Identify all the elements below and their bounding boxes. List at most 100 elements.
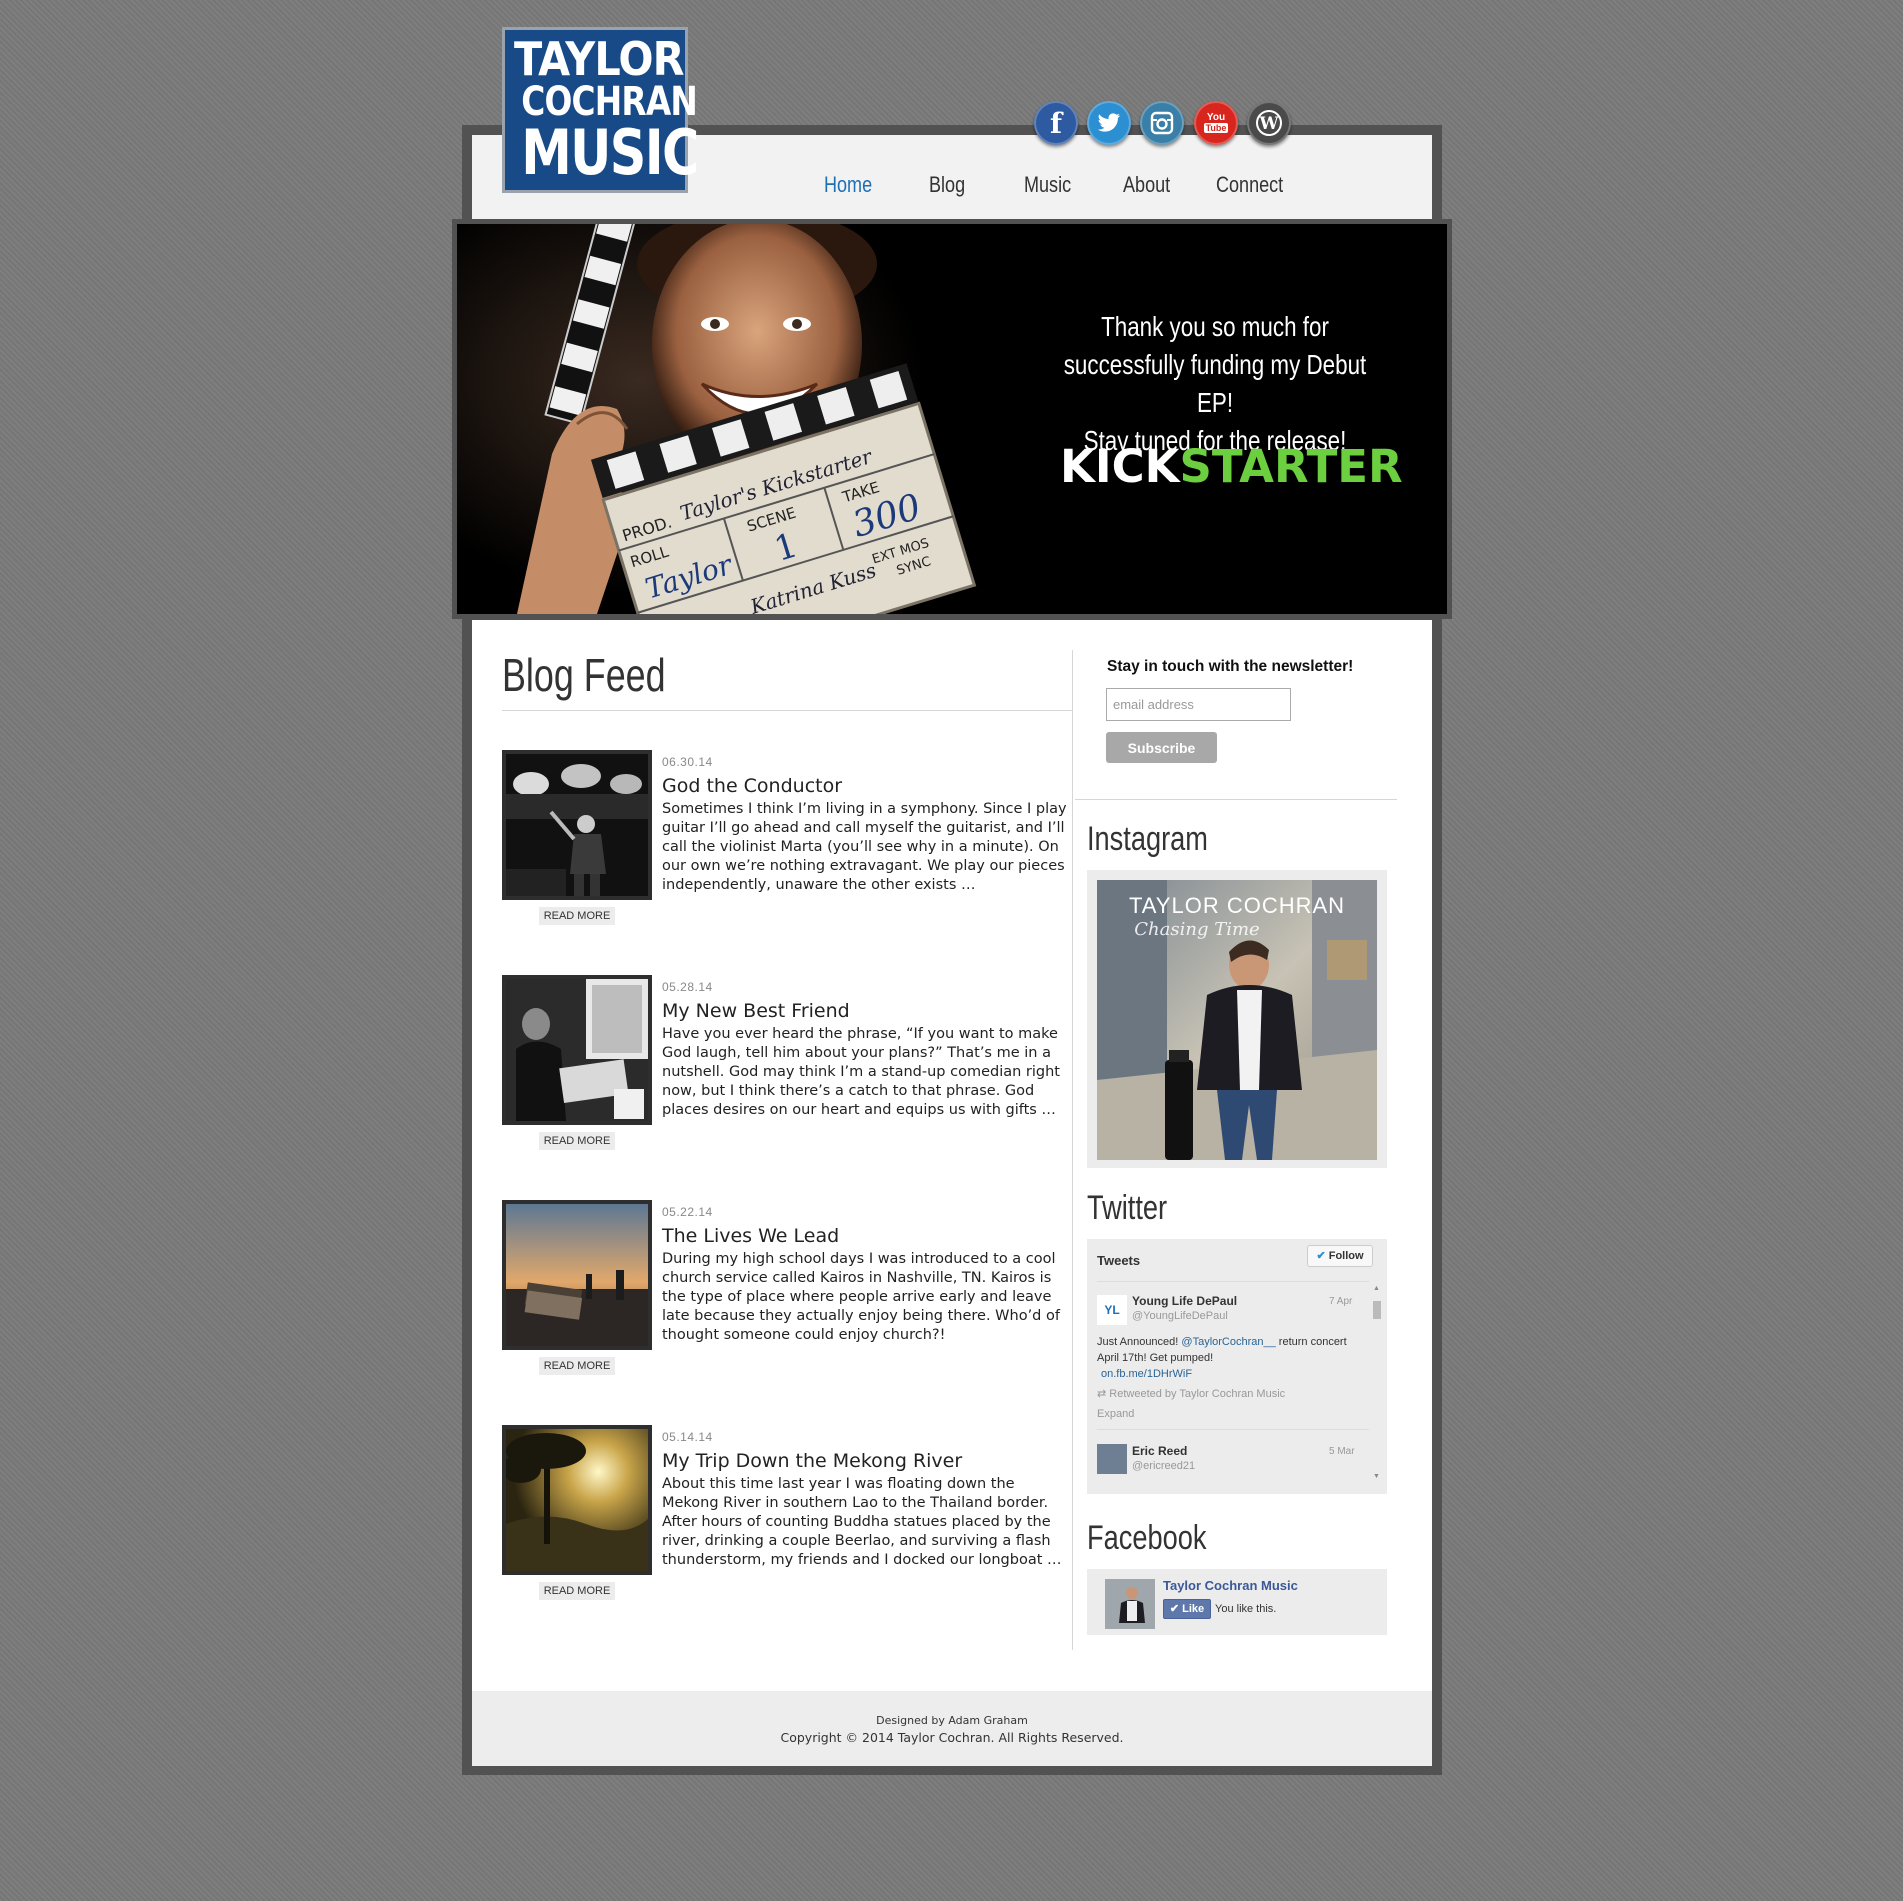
- subscribe-button[interactable]: Subscribe: [1106, 732, 1217, 763]
- hero-message: Thank you so much for successfully fundi…: [1055, 308, 1375, 460]
- sidebar-divider: [1072, 650, 1073, 1650]
- read-more-button[interactable]: READ MORE: [539, 1357, 615, 1375]
- footer: [472, 1691, 1432, 1766]
- facebook-icon[interactable]: f: [1034, 101, 1078, 145]
- site-logo[interactable]: TAYLOR COCHRAN MUSIC: [502, 27, 699, 193]
- post-date: 06.30.14: [662, 755, 713, 769]
- kickstarter-logo-kick: KICK: [1060, 440, 1180, 493]
- facebook-heading: Facebook: [1087, 1519, 1207, 1557]
- like-label: Like: [1182, 1603, 1205, 1615]
- post-thumbnail[interactable]: [502, 1200, 652, 1350]
- tweet-text: Just Announced! @TaylorCochran__ return …: [1097, 1334, 1347, 1382]
- twitter-heading: Twitter: [1087, 1189, 1168, 1227]
- post-title[interactable]: My Trip Down the Mekong River: [662, 1450, 962, 1472]
- tweet-divider: [1097, 1429, 1369, 1430]
- album-artist: TAYLOR COCHRAN: [1129, 893, 1345, 918]
- post-excerpt: Have you ever heard the phrase, “If you …: [662, 1026, 1060, 1118]
- read-more-button[interactable]: READ MORE: [539, 1132, 615, 1150]
- tweet-author-name[interactable]: Young Life DePaul: [1132, 1294, 1237, 1308]
- twitter-icon[interactable]: [1087, 101, 1131, 145]
- nav-about[interactable]: About: [1123, 172, 1170, 198]
- tweet-author-handle[interactable]: @YoungLifeDePaul: [1132, 1310, 1228, 1322]
- like-status: You like this.: [1215, 1603, 1277, 1615]
- kickstarter-logo-starter: STARTER: [1179, 440, 1403, 493]
- expand-link[interactable]: Expand: [1097, 1408, 1134, 1420]
- post-date: 05.14.14: [662, 1430, 713, 1444]
- designer-credit: Designed by Adam Graham: [876, 1714, 1028, 1727]
- scroll-thumb[interactable]: [1373, 1301, 1381, 1319]
- tweets-header: Tweets: [1097, 1253, 1141, 1268]
- logo-line-3: MUSIC: [521, 116, 699, 189]
- twitter-bird-icon: ✔: [1316, 1250, 1326, 1262]
- check-icon: ✔: [1169, 1603, 1180, 1615]
- read-more-button[interactable]: READ MORE: [539, 1582, 615, 1600]
- scroll-up-icon[interactable]: ▲: [1373, 1285, 1380, 1292]
- nav-home[interactable]: Home: [824, 172, 872, 198]
- twitter-bird-icon: [1097, 113, 1120, 132]
- tweets-divider: [1097, 1281, 1369, 1282]
- follow-label: Follow: [1328, 1250, 1364, 1262]
- conductor-photo: [506, 754, 648, 896]
- post-date: 05.28.14: [662, 980, 713, 994]
- post-title[interactable]: God the Conductor: [662, 775, 842, 797]
- sunset-bible-photo: [506, 1204, 648, 1346]
- post-date: 05.22.14: [662, 1205, 713, 1219]
- retweet-info: ⇄ Retweeted by Taylor Cochran Music: [1097, 1387, 1285, 1400]
- album-cover: TAYLOR COCHRAN Chasing Time: [1097, 880, 1377, 1160]
- tweet-date[interactable]: 5 Mar: [1329, 1446, 1355, 1457]
- hero-line-1: Thank you so much for: [1101, 311, 1329, 342]
- youtube-icon-label: You: [1206, 112, 1226, 123]
- copyright: Copyright © 2014 Taylor Cochran. All Rig…: [780, 1730, 1124, 1745]
- instagram-heading: Instagram: [1087, 820, 1208, 858]
- facebook-widget: Taylor Cochran Music ✔ Like You like thi…: [1087, 1569, 1387, 1635]
- blog-feed-title: Blog Feed: [502, 649, 666, 701]
- tweet-mention[interactable]: @TaylorCochran__: [1181, 1336, 1275, 1348]
- twitter-widget: Tweets ✔ Follow YL Young Life DePaul @Yo…: [1087, 1239, 1387, 1494]
- wordpress-logo-icon: W: [1256, 110, 1282, 136]
- tweet-author-handle[interactable]: @ericreed21: [1132, 1460, 1195, 1472]
- avatar[interactable]: [1097, 1444, 1127, 1474]
- nav-blog[interactable]: Blog: [929, 172, 965, 198]
- mekong-river-photo: [506, 1429, 648, 1571]
- tweet-link[interactable]: on.fb.me/1DHrWiF: [1097, 1366, 1347, 1382]
- email-input[interactable]: [1106, 688, 1291, 721]
- wordpress-icon[interactable]: W: [1247, 101, 1291, 145]
- read-more-button[interactable]: READ MORE: [539, 907, 615, 925]
- logo-line-1: TAYLOR: [514, 32, 685, 86]
- post-title[interactable]: My New Best Friend: [662, 1000, 850, 1022]
- scroll-down-icon[interactable]: ▼: [1373, 1473, 1380, 1480]
- follow-button[interactable]: ✔ Follow: [1307, 1245, 1373, 1267]
- camera-icon: [1150, 111, 1174, 135]
- like-button[interactable]: ✔ Like: [1163, 1599, 1211, 1619]
- post-thumbnail[interactable]: [502, 750, 652, 900]
- post-title[interactable]: The Lives We Lead: [662, 1225, 839, 1247]
- youtube-tube-mark: Tube: [1203, 123, 1229, 133]
- page-photo: [1105, 1579, 1155, 1629]
- avatar[interactable]: YL: [1097, 1295, 1127, 1325]
- tweets-scrollbar[interactable]: ▲ ▼: [1373, 1285, 1381, 1485]
- album-title: Chasing Time: [1134, 919, 1259, 940]
- newsletter-label: Stay in touch with the newsletter!: [1107, 658, 1354, 675]
- kickstarter-logo[interactable]: KICKSTARTER: [1060, 440, 1403, 493]
- post-thumbnail[interactable]: [502, 1425, 652, 1575]
- tweet-date[interactable]: 7 Apr: [1329, 1296, 1352, 1307]
- blog-title-divider: [502, 710, 1072, 711]
- post-excerpt: During my high school days I was introdu…: [662, 1251, 1060, 1343]
- facebook-page-name[interactable]: Taylor Cochran Music: [1163, 1578, 1298, 1593]
- instagram-photo[interactable]: TAYLOR COCHRAN Chasing Time: [1097, 880, 1377, 1160]
- tweet-author-name[interactable]: Eric Reed: [1132, 1444, 1187, 1458]
- post-thumbnail[interactable]: [502, 975, 652, 1125]
- post-excerpt: About this time last year I was floating…: [662, 1476, 1062, 1568]
- instagram-icon[interactable]: [1140, 101, 1184, 145]
- retweet-icon: ⇄: [1097, 1388, 1107, 1400]
- nav-connect[interactable]: Connect: [1216, 172, 1283, 198]
- svg-text:W: W: [1258, 114, 1279, 134]
- newsletter-divider: [1075, 799, 1397, 800]
- youtube-icon[interactable]: You Tube: [1194, 101, 1238, 145]
- tweet-text-start: Just Announced!: [1097, 1336, 1182, 1348]
- nav-music[interactable]: Music: [1024, 172, 1071, 198]
- post-excerpt: Sometimes I think I’m living in a sympho…: [662, 801, 1067, 893]
- facebook-page-avatar[interactable]: [1105, 1579, 1155, 1629]
- hero-line-2: successfully funding my Debut EP!: [1063, 349, 1367, 418]
- writing-photo: [506, 979, 648, 1121]
